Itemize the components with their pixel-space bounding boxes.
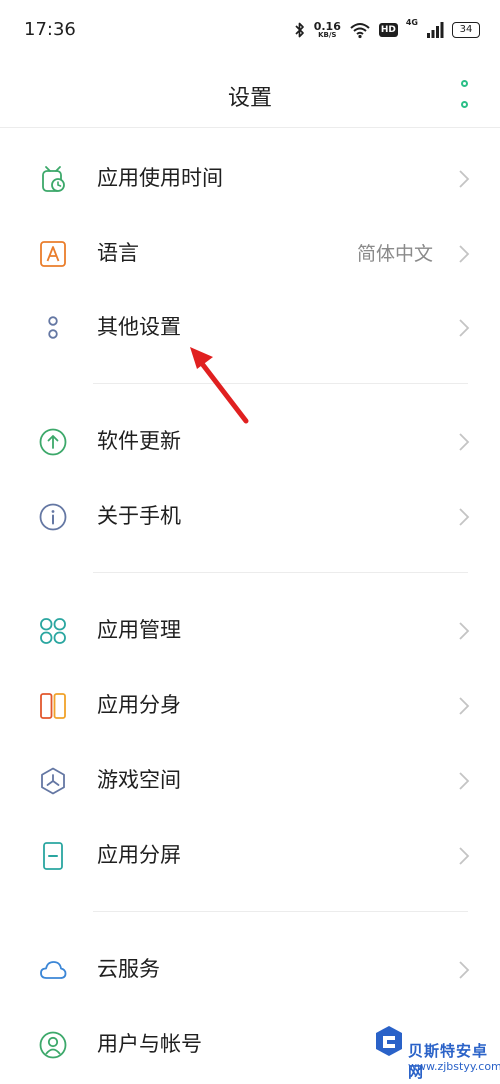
setting-language[interactable]: 语言 简体中文: [0, 216, 500, 290]
setting-label: 应用使用时间: [97, 166, 223, 190]
setting-game-space[interactable]: 游戏空间: [0, 743, 500, 817]
section-divider: [93, 911, 468, 912]
bluetooth-icon: [295, 22, 304, 38]
hexagon-triangle-icon: [41, 767, 65, 795]
setting-app-management[interactable]: 应用管理: [0, 593, 500, 667]
chevron-right-icon: [459, 170, 470, 188]
two-circles-icon: [48, 316, 58, 339]
page-title: 设置: [227, 86, 272, 111]
info-icon: [39, 503, 67, 531]
setting-app-usage-time[interactable]: 应用使用时间: [0, 141, 500, 215]
chevron-right-icon: [459, 622, 470, 640]
setting-label: 关于手机: [97, 504, 181, 528]
letter-a-icon: [40, 241, 66, 267]
setting-app-clone[interactable]: 应用分身: [0, 668, 500, 742]
setting-label: 应用分屏: [97, 843, 181, 867]
signal-icon: [427, 22, 444, 38]
chevron-right-icon: [459, 847, 470, 865]
setting-value: 简体中文: [356, 243, 433, 265]
wifi-icon: [350, 23, 370, 39]
more-options-button[interactable]: [456, 80, 472, 108]
setting-cloud-service[interactable]: 云服务: [0, 932, 500, 1006]
more-options-icon: [460, 80, 468, 87]
setting-label: 应用分身: [97, 693, 181, 717]
chevron-right-icon: [459, 245, 470, 263]
network-type: 4G: [405, 18, 418, 27]
setting-user-account[interactable]: 用户与帐号: [0, 1007, 500, 1081]
setting-label: 游戏空间: [97, 768, 181, 792]
setting-split-screen[interactable]: 应用分屏: [0, 818, 500, 892]
status-bar: 17:36 0.16 KB/S HD 4G 34: [0, 0, 500, 60]
split-screen-icon: [43, 842, 63, 870]
network-speed-unit: KB/S: [318, 31, 337, 39]
alarm-clock-icon: [42, 166, 65, 192]
setting-label: 用户与帐号: [97, 1032, 202, 1056]
chevron-right-icon: [459, 697, 470, 715]
chevron-right-icon: [459, 961, 470, 979]
setting-other-settings[interactable]: 其他设置: [0, 290, 500, 364]
setting-label: 应用管理: [97, 618, 181, 642]
setting-software-update[interactable]: 软件更新: [0, 404, 500, 478]
more-options-icon-dot: [460, 101, 468, 108]
setting-label: 其他设置: [97, 315, 181, 339]
header-divider: [0, 127, 500, 128]
hd-badge: HD: [378, 23, 398, 37]
chevron-right-icon: [459, 319, 470, 337]
setting-label: 软件更新: [97, 429, 181, 453]
setting-about-phone[interactable]: 关于手机: [0, 479, 500, 553]
four-petal-icon: [40, 618, 66, 644]
section-divider: [93, 383, 468, 384]
header: 设置: [0, 60, 500, 128]
section-divider: [93, 572, 468, 573]
network-speed: 0.16 KB/S: [314, 21, 341, 39]
chevron-right-icon: [459, 772, 470, 790]
status-time: 17:36: [24, 19, 76, 40]
status-icons: 0.16 KB/S HD 4G 34: [294, 16, 480, 44]
chevron-right-icon: [459, 433, 470, 451]
up-arrow-circle-icon: [39, 428, 67, 456]
dual-rectangles-icon: [40, 693, 66, 719]
battery-indicator: 34: [452, 22, 480, 38]
setting-label: 云服务: [97, 957, 160, 981]
chevron-right-icon: [459, 508, 470, 526]
cloud-icon: [40, 961, 67, 979]
setting-label: 语言: [97, 241, 139, 265]
user-icon: [39, 1031, 67, 1059]
